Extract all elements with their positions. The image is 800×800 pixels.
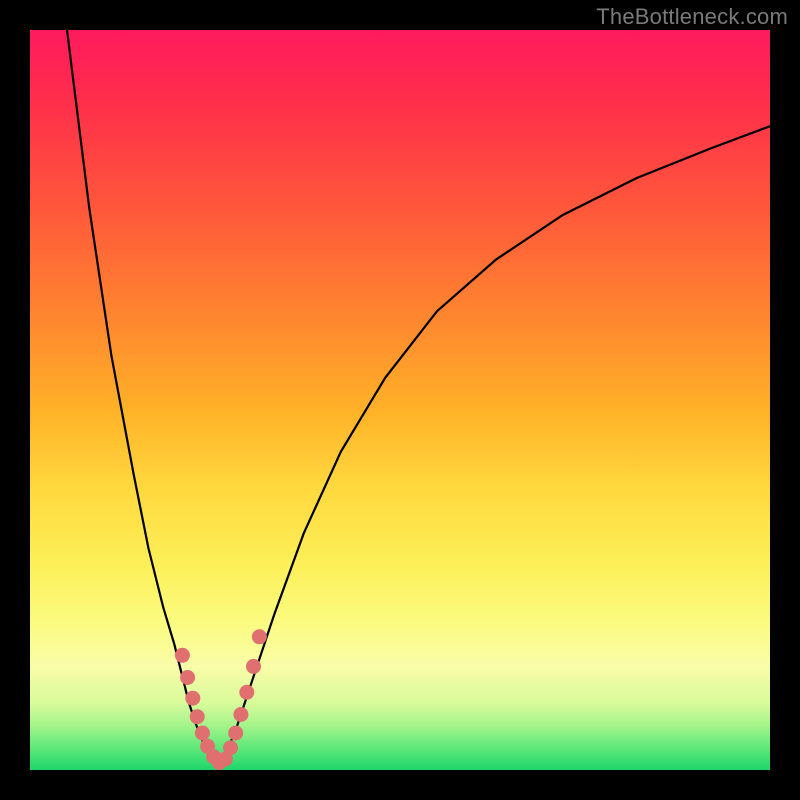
chart-svg [30,30,770,770]
highlight-dot [239,685,254,700]
plot-area [30,30,770,770]
highlight-dot [175,648,190,663]
highlight-dot [195,726,210,741]
highlight-dot [185,691,200,706]
highlight-dot [180,670,195,685]
highlight-dot [223,740,238,755]
highlight-dot [228,726,243,741]
curve-right-branch [219,126,770,764]
highlight-dots-group [175,629,267,770]
curve-left-branch [67,30,219,764]
highlight-dot [252,629,267,644]
chart-frame: TheBottleneck.com [0,0,800,800]
highlight-dot [190,709,205,724]
highlight-dot [246,659,261,674]
watermark-text: TheBottleneck.com [596,4,788,30]
highlight-dot [233,707,248,722]
